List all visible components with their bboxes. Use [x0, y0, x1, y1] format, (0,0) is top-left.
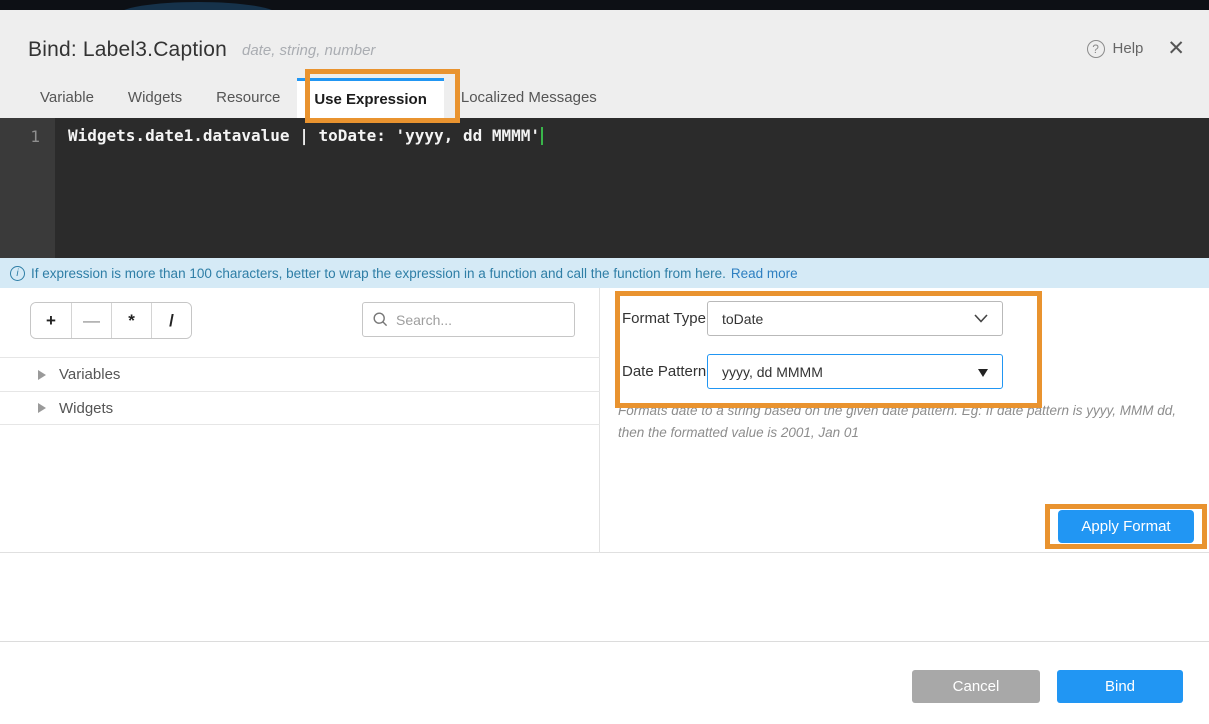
banner-text: If expression is more than 100 character…	[31, 266, 726, 281]
info-icon: i	[10, 266, 25, 281]
help-button[interactable]: ? Help	[1087, 40, 1144, 58]
date-pattern-row: Date Pattern yyyy, dd MMMM	[622, 354, 1003, 389]
tab-resource[interactable]: Resource	[199, 78, 297, 118]
date-pattern-label: Date Pattern	[622, 363, 707, 380]
format-type-label: Format Type	[622, 310, 707, 327]
tab-variable[interactable]: Variable	[23, 78, 111, 118]
chevron-right-icon	[38, 403, 46, 413]
tab-widgets[interactable]: Widgets	[111, 78, 199, 118]
search-input[interactable]	[396, 312, 564, 328]
format-panel: Format Type toDate Date Pattern yyyy, dd…	[601, 288, 1209, 553]
code-text: Widgets.date1.datavalue | toDate: 'yyyy,…	[68, 126, 540, 145]
binding-source-tree: Variables Widgets	[0, 357, 600, 425]
date-pattern-value: yyyy, dd MMMM	[722, 364, 823, 380]
tree-item-variables[interactable]: Variables	[0, 357, 600, 391]
date-pattern-select[interactable]: yyyy, dd MMMM	[707, 354, 1003, 389]
dialog-footer: Cancel Bind	[0, 642, 1209, 724]
apply-format-button[interactable]: Apply Format	[1058, 510, 1194, 543]
search-icon	[373, 312, 388, 327]
expression-tools-panel: + — * / Variables Widgets	[0, 288, 600, 553]
search-box	[362, 302, 575, 337]
expression-code[interactable]: Widgets.date1.datavalue | toDate: 'yyyy,…	[55, 118, 543, 258]
annotation-highlight-apply: Apply Format	[1045, 504, 1207, 549]
divide-operator-button[interactable]: /	[151, 303, 191, 338]
tree-item-label: Widgets	[59, 400, 113, 417]
help-label: Help	[1113, 40, 1144, 57]
minus-operator-button[interactable]: —	[71, 303, 111, 338]
format-type-select[interactable]: toDate	[707, 301, 1003, 336]
text-caret	[541, 127, 543, 145]
tree-item-label: Variables	[59, 366, 120, 383]
dialog-title: Bind: Label3.Caption	[28, 38, 227, 62]
chevron-down-icon	[974, 314, 988, 323]
plus-operator-button[interactable]: +	[31, 303, 71, 338]
bind-dialog-screen: Bind: Label3.Caption date, string, numbe…	[0, 0, 1209, 724]
background-page-strip	[0, 0, 1209, 10]
format-description: Formats date to a string based on the gi…	[618, 400, 1198, 444]
dialog-subtitle: date, string, number	[242, 42, 375, 59]
info-banner: i If expression is more than 100 charact…	[0, 258, 1209, 288]
tab-localized-messages[interactable]: Localized Messages	[444, 78, 614, 118]
cancel-button[interactable]: Cancel	[912, 670, 1040, 703]
bind-button[interactable]: Bind	[1057, 670, 1183, 703]
editor-gutter: 1	[0, 118, 55, 258]
dialog-header: Bind: Label3.Caption date, string, numbe…	[0, 10, 1209, 78]
format-type-value: toDate	[722, 311, 763, 327]
close-icon[interactable]: ✕	[1167, 38, 1185, 59]
tab-use-expression[interactable]: Use Expression	[297, 78, 444, 118]
dialog-body: + — * / Variables Widgets	[0, 288, 1209, 553]
background-glow	[118, 2, 278, 10]
caret-down-icon	[978, 369, 988, 377]
operator-button-group: + — * /	[30, 302, 192, 339]
question-circle-icon: ?	[1087, 40, 1105, 58]
chevron-right-icon	[38, 370, 46, 380]
multiply-operator-button[interactable]: *	[111, 303, 151, 338]
format-type-row: Format Type toDate	[622, 301, 1003, 336]
line-number: 1	[30, 127, 40, 146]
expression-editor[interactable]: 1 Widgets.date1.datavalue | toDate: 'yyy…	[0, 118, 1209, 258]
tree-item-widgets[interactable]: Widgets	[0, 391, 600, 425]
read-more-link[interactable]: Read more	[731, 266, 798, 281]
header-actions: ? Help ✕	[1087, 38, 1185, 59]
tab-bar: Variable Widgets Resource Use Expression…	[0, 78, 1209, 118]
